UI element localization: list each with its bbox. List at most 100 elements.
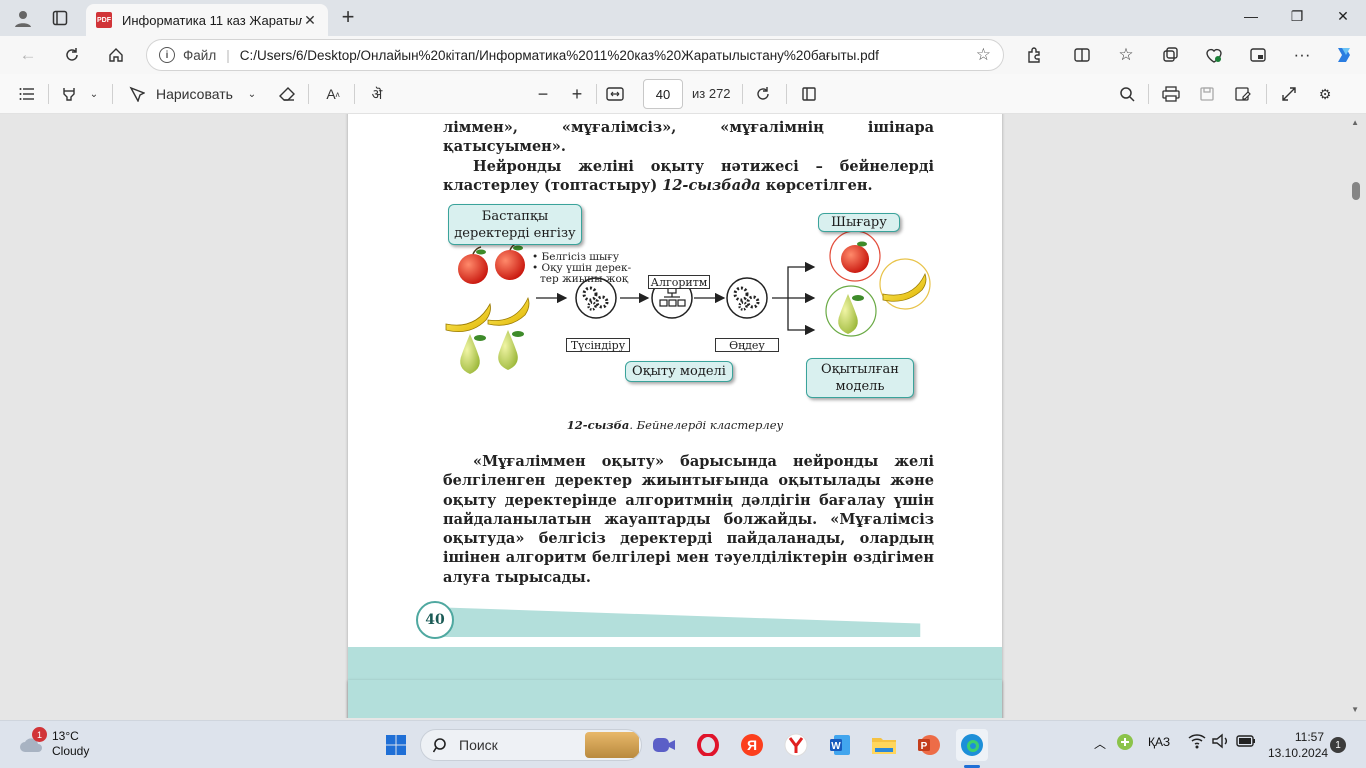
eraser-icon[interactable] <box>276 82 298 106</box>
read-aloud-icon[interactable]: Aʌ <box>322 82 344 106</box>
reload-button[interactable] <box>58 42 86 68</box>
draw-dropdown-icon[interactable]: ⌄ <box>244 82 260 106</box>
caption-number: 12-сызба <box>566 418 630 432</box>
search-icon[interactable] <box>1116 82 1138 106</box>
split-screen-icon[interactable] <box>1068 42 1096 68</box>
page-view-icon[interactable] <box>798 82 820 106</box>
algorithm-label: Алгоритм <box>648 275 710 289</box>
word-icon[interactable]: W <box>824 729 856 761</box>
divider <box>742 84 743 104</box>
pdf-viewer[interactable]: ліммен», «мұғалімсіз», «мұғалімнің ішіна… <box>0 114 1366 718</box>
battery-icon[interactable] <box>1236 733 1256 752</box>
flow-arrow <box>787 261 816 298</box>
tray-overflow-icon[interactable]: ︿ <box>1094 735 1106 752</box>
powerpoint-icon[interactable]: P <box>912 729 944 761</box>
favorites-icon[interactable]: ☆ <box>1112 42 1140 68</box>
home-button[interactable] <box>102 42 130 68</box>
new-tab-button[interactable]: + <box>336 6 360 30</box>
divider <box>1266 84 1267 104</box>
screenshot-icon[interactable] <box>1244 42 1272 68</box>
extensions-icon[interactable] <box>1020 42 1048 68</box>
explain-label: Түсіндіру <box>566 338 630 352</box>
url-field[interactable]: i Файл | C:/Users/6/Desktop/Онлайын%20кі… <box>146 39 1004 71</box>
next-pdf-page <box>348 680 1002 718</box>
draw-icon[interactable] <box>126 82 148 106</box>
browser-essentials-icon[interactable] <box>1200 42 1228 68</box>
address-bar-row: ← i Файл | C:/Users/6/Desktop/Онлайын%20… <box>0 36 1366 74</box>
yandex-icon[interactable]: Я <box>736 729 768 761</box>
rotate-icon[interactable] <box>752 82 774 106</box>
back-button[interactable]: ← <box>14 42 42 68</box>
contents-icon[interactable] <box>16 82 38 106</box>
language-indicator[interactable]: ҚАЗ <box>1148 735 1170 749</box>
opera-icon[interactable] <box>692 729 724 761</box>
weather-widget[interactable]: 13°C Cloudy <box>18 729 89 759</box>
start-windows-icon[interactable] <box>380 729 412 761</box>
note-no-dataset-cont: тер жиыны жоқ <box>540 273 629 285</box>
scrollbar-thumb[interactable] <box>1352 182 1360 200</box>
caption-text: . Бейнелерді кластерлеу <box>629 418 784 432</box>
info-icon[interactable]: i <box>159 47 175 63</box>
collections-icon[interactable] <box>1156 42 1184 68</box>
zoom-in-button[interactable]: + <box>566 82 588 106</box>
page-number-badge: 40 <box>416 601 454 639</box>
divider <box>308 84 309 104</box>
page-number-input[interactable]: 40 <box>643 79 683 109</box>
taskbar-search[interactable]: Поиск <box>420 729 642 761</box>
tab-close-icon[interactable]: ✕ <box>302 12 318 29</box>
process-label: Өңдеу <box>715 338 779 352</box>
divider <box>596 84 597 104</box>
divider <box>1148 84 1149 104</box>
volume-icon[interactable] <box>1212 733 1230 752</box>
minimize-button[interactable]: — <box>1228 0 1274 32</box>
search-label: Поиск <box>459 737 498 753</box>
clock[interactable]: 11:57 13.10.2024 <box>1268 729 1328 761</box>
input-data-box: Бастапқы деректерді енгізу <box>448 204 582 245</box>
tab-pdf-document[interactable]: PDF Информатика 11 каз Жаратылыс ✕ <box>86 4 328 36</box>
more-menu-icon[interactable]: ··· <box>1288 42 1316 68</box>
copilot-icon[interactable] <box>1330 42 1358 68</box>
training-model-box: Оқыту моделі <box>625 361 733 382</box>
figure-caption: 12-сызба. Бейнелерді кластерлеу <box>348 418 1002 432</box>
scroll-up-icon[interactable]: ▲ <box>1351 118 1359 127</box>
divider <box>354 84 355 104</box>
url-separator: | <box>226 47 230 63</box>
weather-desc: Cloudy <box>52 744 90 758</box>
fullscreen-icon[interactable] <box>1278 82 1300 106</box>
profile-icon[interactable] <box>10 6 36 30</box>
edge-icon[interactable] <box>956 729 988 761</box>
weather-temp: 13°C <box>52 729 79 743</box>
zoom-out-button[interactable]: − <box>532 82 554 106</box>
draw-button[interactable]: Нарисовать <box>156 82 233 106</box>
divider <box>48 84 49 104</box>
url-text[interactable]: C:/Users/6/Desktop/Онлайын%20кітап/Инфор… <box>240 48 976 63</box>
highlight-icon[interactable] <box>58 82 80 106</box>
pdf-file-icon: PDF <box>96 12 112 28</box>
divider <box>112 84 113 104</box>
banana-icon <box>445 302 491 333</box>
wifi-icon[interactable] <box>1188 733 1206 752</box>
fit-page-icon[interactable] <box>604 82 626 106</box>
divider <box>786 84 787 104</box>
paragraph: «Мұғаліммен оқыту» барысында нейронды же… <box>443 453 934 586</box>
svg-text:Я: Я <box>747 737 757 753</box>
favorite-star-icon[interactable]: ☆ <box>976 45 991 65</box>
save-as-icon[interactable] <box>1232 82 1254 106</box>
svg-text:P: P <box>921 741 928 752</box>
scroll-down-icon[interactable]: ▼ <box>1351 705 1359 714</box>
output-box: Шығару <box>818 213 900 232</box>
translate-icon[interactable]: ऄ <box>366 82 388 106</box>
tray-app-icon[interactable] <box>1116 733 1134 754</box>
highlight-dropdown-icon[interactable]: ⌄ <box>86 82 102 106</box>
settings-gear-icon[interactable]: ⚙ <box>1314 82 1336 106</box>
file-explorer-icon[interactable] <box>868 729 900 761</box>
notification-count-badge[interactable]: 1 <box>1330 737 1346 753</box>
print-icon[interactable] <box>1160 82 1182 106</box>
yandex-browser-icon[interactable] <box>780 729 812 761</box>
save-icon[interactable] <box>1196 82 1218 106</box>
tab-actions-icon[interactable] <box>46 6 74 30</box>
meet-app-icon[interactable] <box>648 729 680 761</box>
close-window-button[interactable]: ✕ <box>1320 0 1366 32</box>
flow-arrow <box>787 298 816 336</box>
restore-button[interactable]: ❐ <box>1274 0 1320 32</box>
